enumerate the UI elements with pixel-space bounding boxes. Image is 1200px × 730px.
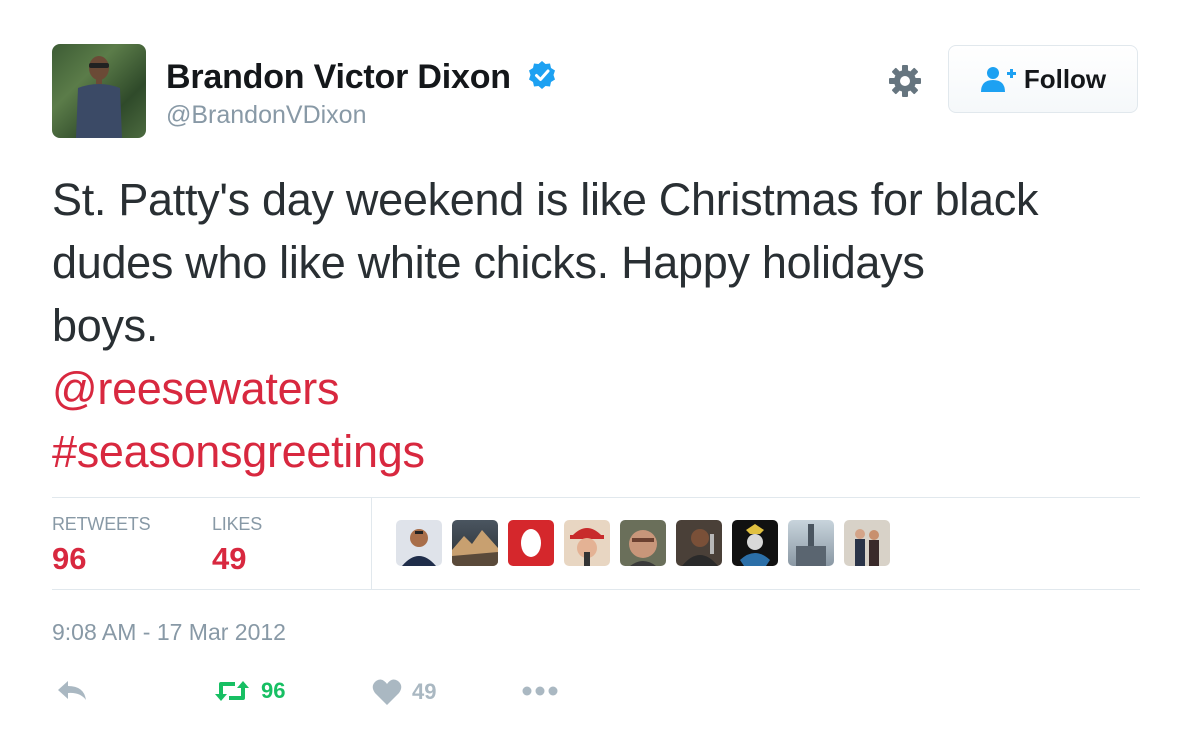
reply-icon bbox=[58, 681, 86, 700]
retweets-value: 96 bbox=[52, 541, 87, 576]
liker-avatar[interactable] bbox=[788, 520, 834, 566]
liker-avatar[interactable] bbox=[844, 520, 890, 566]
likes-value: 49 bbox=[212, 541, 247, 576]
divider bbox=[371, 498, 372, 589]
retweets-stat[interactable]: RETWEETS 96 bbox=[52, 514, 151, 577]
mention-link[interactable]: @reesewaters bbox=[52, 363, 339, 414]
divider bbox=[52, 497, 1140, 498]
screen-name[interactable]: @BrandonVDixon bbox=[166, 101, 367, 130]
liker-avatars bbox=[396, 520, 890, 566]
verified-badge-icon bbox=[529, 61, 555, 89]
like-button[interactable]: 49 bbox=[372, 678, 436, 706]
liker-avatar[interactable] bbox=[396, 520, 442, 566]
liker-avatar[interactable] bbox=[564, 520, 610, 566]
liker-avatar[interactable] bbox=[508, 520, 554, 566]
divider bbox=[52, 589, 1140, 590]
tweet-text-line: dudes who like white chicks. Happy holid… bbox=[52, 237, 925, 288]
avatar-photo bbox=[76, 56, 122, 138]
liker-avatar[interactable] bbox=[452, 520, 498, 566]
hashtag-link[interactable]: #seasonsgreetings bbox=[52, 426, 425, 477]
follow-person-plus-icon bbox=[980, 67, 1016, 92]
likes-stat[interactable]: LIKES 49 bbox=[212, 514, 262, 577]
tweet-text: St. Patty's day weekend is like Christma… bbox=[52, 168, 1162, 483]
timestamp[interactable]: 9:08 AM - 17 Mar 2012 bbox=[52, 619, 286, 646]
tweet-text-line: boys. bbox=[52, 300, 159, 351]
reply-button[interactable] bbox=[56, 678, 88, 704]
retweet-count: 96 bbox=[261, 678, 286, 703]
liker-avatar[interactable] bbox=[732, 520, 778, 566]
liker-avatar[interactable] bbox=[620, 520, 666, 566]
user-name[interactable]: Brandon Victor Dixon bbox=[166, 58, 511, 97]
retweet-button[interactable]: 96 bbox=[213, 678, 285, 704]
avatar[interactable] bbox=[52, 44, 146, 138]
likes-label: LIKES bbox=[212, 514, 263, 534]
follow-button[interactable]: Follow bbox=[948, 45, 1138, 113]
retweet-icon bbox=[215, 681, 249, 701]
more-dots-icon bbox=[522, 686, 558, 696]
like-count: 49 bbox=[412, 679, 437, 704]
liker-avatar[interactable] bbox=[676, 520, 722, 566]
gear-icon[interactable] bbox=[887, 63, 923, 99]
tweet-text-line: St. Patty's day weekend is like Christma… bbox=[52, 174, 1039, 225]
retweets-label: RETWEETS bbox=[52, 514, 151, 534]
heart-icon bbox=[372, 679, 402, 705]
more-button[interactable] bbox=[521, 685, 559, 697]
follow-label: Follow bbox=[1023, 63, 1107, 94]
